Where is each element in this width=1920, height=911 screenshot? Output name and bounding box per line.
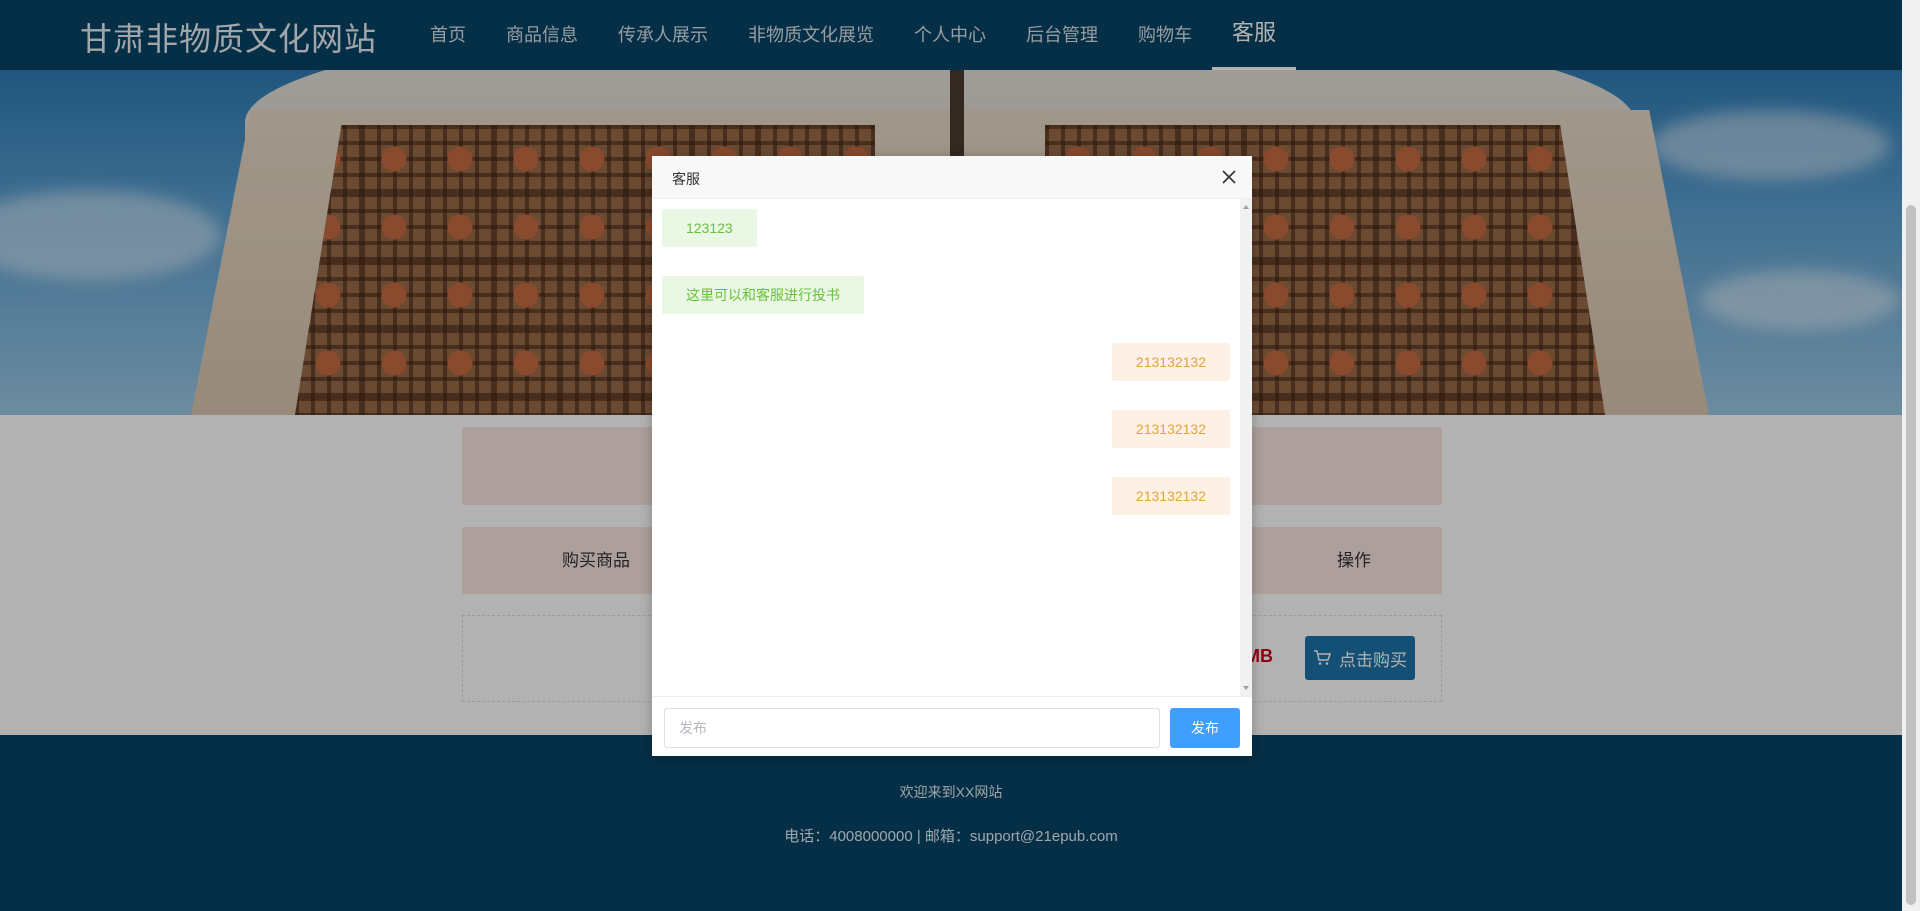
page-scrollbar-thumb[interactable] [1906,205,1916,905]
page-scrollbar[interactable] [1902,0,1920,911]
chat-message-user: 123123 [662,209,757,247]
chat-message-input[interactable] [664,708,1160,748]
chat-message-service: 213132132 [1111,410,1230,448]
scroll-down-arrow-icon[interactable] [1243,686,1249,690]
send-button[interactable]: 发布 [1170,708,1240,748]
customer-service-dialog: 客服 123123 这里可以和客服进行投书 213132132 21313213… [652,156,1252,756]
dialog-header: 客服 [652,156,1252,199]
chat-message-list[interactable]: 123123 这里可以和客服进行投书 213132132 213132132 2… [652,199,1240,696]
close-icon[interactable] [1220,168,1238,186]
chat-message-service: 213132132 [1111,477,1230,515]
chat-message-user: 这里可以和客服进行投书 [662,276,864,314]
chat-input-row: 发布 [652,696,1252,756]
chat-scrollbar[interactable] [1240,199,1252,696]
scroll-up-arrow-icon[interactable] [1243,205,1249,209]
chat-message-service: 213132132 [1111,343,1230,381]
dialog-title: 客服 [672,171,700,187]
